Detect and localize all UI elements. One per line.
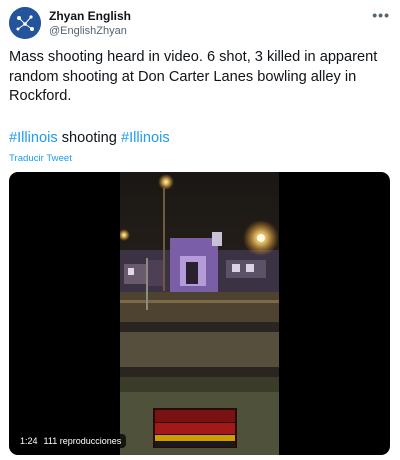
user-handle[interactable]: @EnglishZhyan: [49, 24, 131, 39]
video-still: [120, 172, 279, 455]
video-info-badge: 1:24 111 reproducciones: [15, 434, 127, 448]
hashtag-link[interactable]: #Illinois: [121, 130, 170, 146]
tweet-word: shooting: [57, 130, 121, 146]
video-views: 111 reproducciones: [43, 436, 122, 446]
video-frame[interactable]: [120, 172, 279, 455]
translate-tweet-link[interactable]: Traducir Tweet: [9, 153, 72, 164]
tweet-hashtags: #Illinois shooting #Illinois: [9, 129, 170, 149]
more-dots-icon[interactable]: •••: [372, 7, 390, 23]
tweet-header: Zhyan English @EnglishZhyan •••: [9, 7, 390, 41]
hashtag-link[interactable]: #Illinois: [9, 130, 58, 146]
video-player[interactable]: 1:24 111 reproducciones: [9, 172, 390, 455]
display-name[interactable]: Zhyan English: [49, 9, 131, 24]
video-duration: 1:24: [20, 436, 38, 446]
tweet-card: Zhyan English @EnglishZhyan ••• Mass sho…: [0, 0, 400, 460]
tweet-text: Mass shooting heard in video. 6 shot, 3 …: [9, 49, 378, 104]
avatar[interactable]: [9, 7, 41, 39]
